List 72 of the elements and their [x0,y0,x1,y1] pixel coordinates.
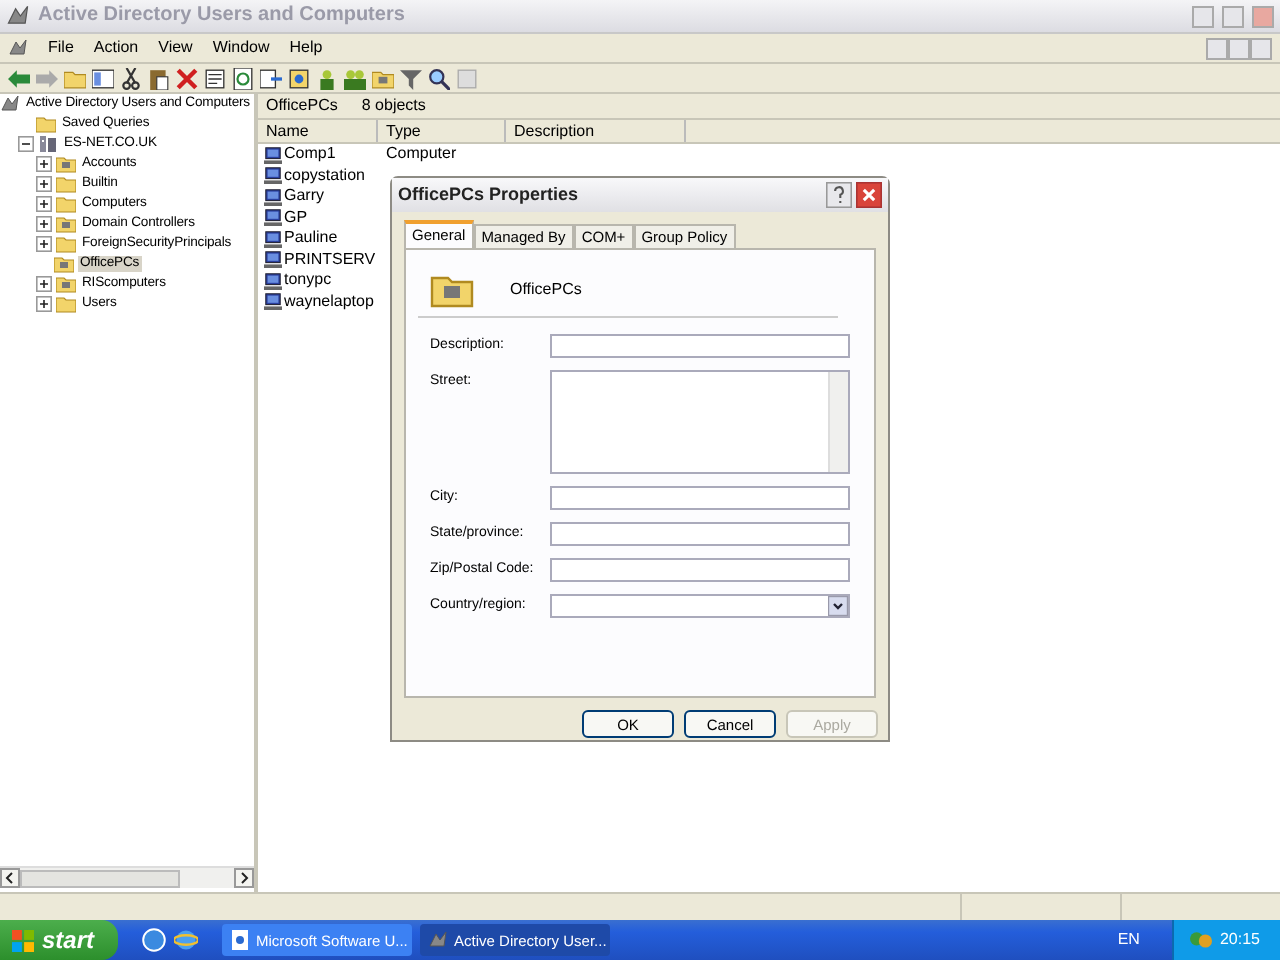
table-cell-text: Computer [384,144,457,165]
folder-icon [54,254,74,274]
group-icon[interactable] [344,67,366,89]
computer-icon [264,145,282,164]
window-title: Active Directory Users and Computers [38,4,405,28]
user-icon[interactable] [316,67,338,89]
caret-icon [828,596,848,616]
computer-icon [264,271,282,290]
computer-icon [264,250,282,269]
folder-icon [56,294,76,314]
expand-icon[interactable] [36,196,52,212]
expand-icon[interactable] [36,236,52,252]
pane-title: OfficePCs [266,96,338,116]
collapse-icon[interactable] [18,136,34,152]
back-icon[interactable] [8,67,30,89]
close-button[interactable] [856,182,882,208]
clock: 20:15 [1219,930,1260,950]
menu-item[interactable]: Action [93,38,139,58]
properties-icon[interactable] [204,67,226,89]
dropdown[interactable] [550,594,850,618]
computer-icon [264,187,282,206]
browser-icon[interactable] [174,928,199,952]
text-area[interactable] [550,370,850,474]
windows-logo-icon [12,929,34,951]
input-field[interactable] [550,486,850,510]
expand-icon[interactable] [36,296,52,312]
folder-icon [56,154,76,174]
menu-item[interactable]: File [48,38,74,58]
find-icon[interactable] [428,67,450,89]
expand-icon[interactable] [36,156,52,172]
folder-icon [36,114,56,134]
document-icon [230,930,251,950]
menu-item[interactable]: Help [289,38,323,58]
scrollbar-thumb[interactable] [20,869,180,887]
folder-icon[interactable] [372,67,394,89]
list-item[interactable]: PRINTSERV [284,249,376,270]
server-icon [38,134,58,154]
column-header[interactable]: Type [378,120,506,142]
menu-item[interactable]: Window [212,38,270,58]
expand-icon[interactable] [36,216,52,232]
expand-icon[interactable] [36,276,52,292]
folder-icon [56,214,76,234]
computer-icon [264,166,282,185]
folder-icon [56,274,76,294]
list-item[interactable]: tonypc [284,270,332,291]
input-field[interactable] [550,558,850,582]
menu-item[interactable]: View [158,38,193,58]
expand-icon[interactable] [36,176,52,192]
list-item[interactable]: Pauline [284,228,338,249]
tree-pane-icon[interactable] [92,67,114,89]
computer-icon [264,229,282,248]
input-field[interactable] [550,334,850,358]
object-name: OfficePCs [510,279,582,299]
input-field[interactable] [550,522,850,546]
list-item[interactable]: Garry [284,186,324,207]
language-indicator[interactable]: EN [1117,930,1140,950]
cut-icon[interactable] [120,67,142,89]
list-item[interactable]: Comp1 [284,144,336,165]
list-item[interactable]: copystation [284,165,365,186]
help-button[interactable] [826,182,852,208]
dialog-title: OfficePCs Properties [398,184,581,206]
list-item[interactable]: GP [284,207,308,228]
column-header[interactable]: Name [258,120,378,142]
scroll-left-button[interactable] [0,868,20,888]
object-count: 8 objects [361,96,426,116]
delete-icon[interactable] [176,67,198,89]
paste-icon[interactable] [148,67,170,89]
column-header[interactable]: Description [506,120,686,142]
computer-icon [264,292,282,311]
list-item[interactable]: waynelaptop [284,291,374,312]
scroll-right-button[interactable] [234,868,254,888]
computer-icon [264,208,282,227]
